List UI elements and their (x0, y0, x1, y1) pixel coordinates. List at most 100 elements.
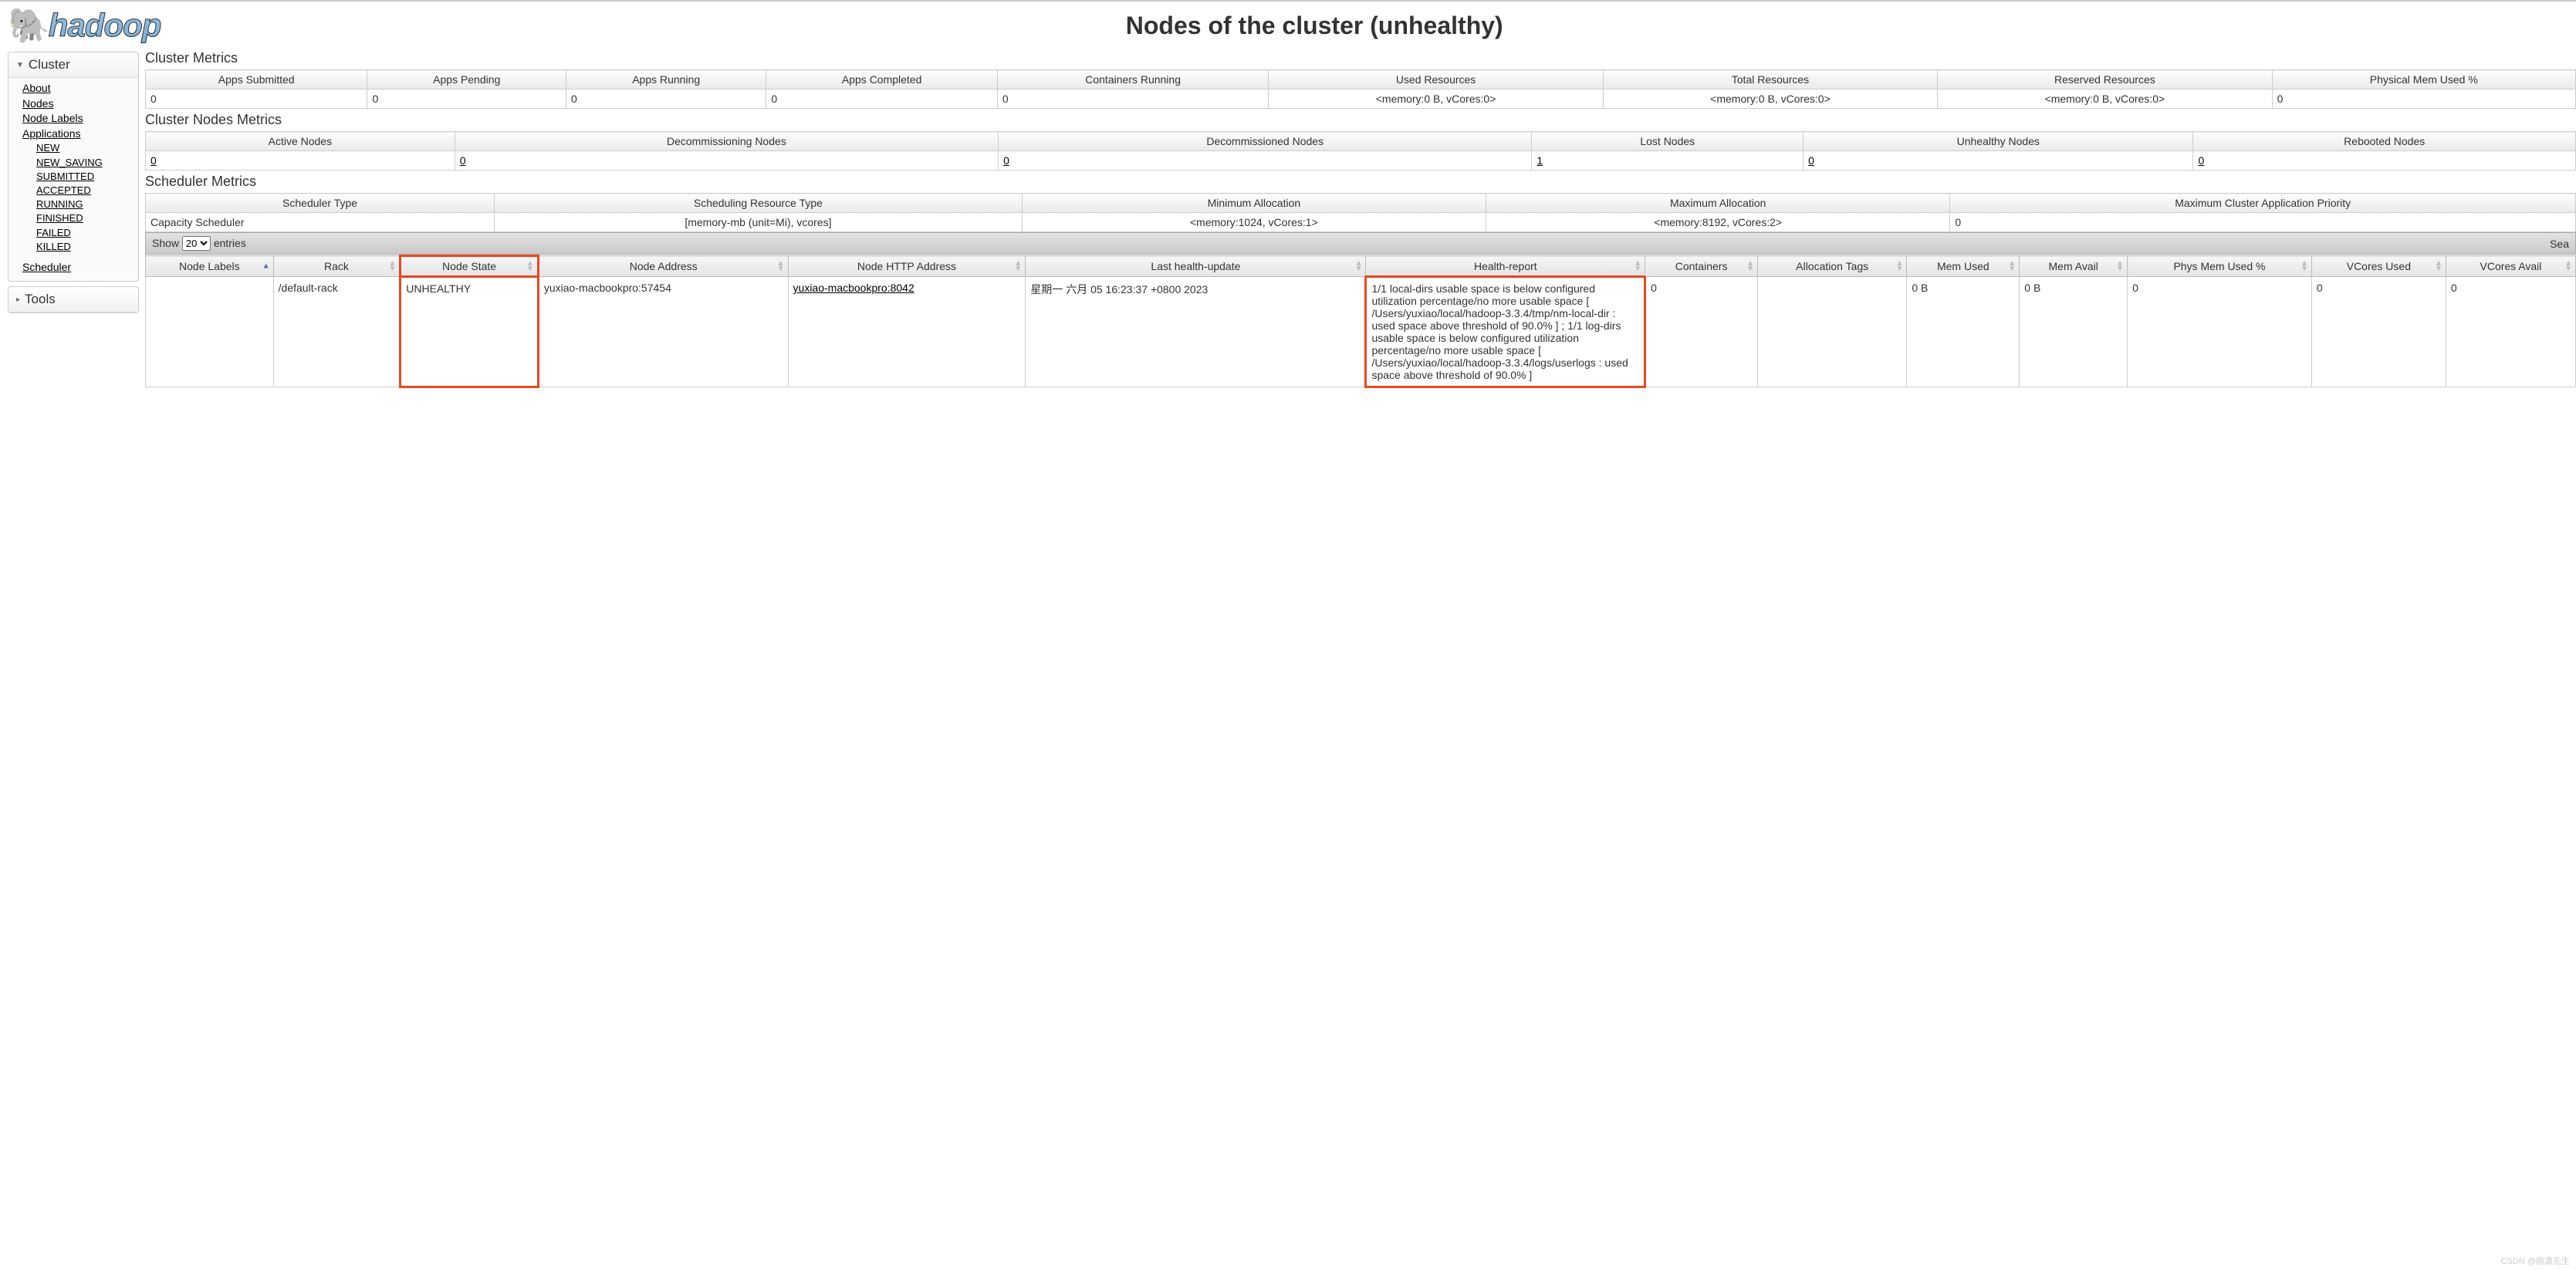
th-total-resources[interactable]: Total Resources (1603, 70, 1937, 90)
th-health-report[interactable]: Health-report▲▼ (1366, 256, 1645, 277)
scheduler-metrics-table: Scheduler Type Scheduling Resource Type … (145, 193, 2576, 232)
nav-nodes[interactable]: Nodes (22, 96, 129, 112)
app-state-links: NEW NEW_SAVING SUBMITTED ACCEPTED RUNNIN… (36, 141, 129, 254)
cell-alloc-tags (1758, 277, 1907, 387)
th-scheduler-type[interactable]: Scheduler Type (146, 194, 495, 213)
cell-last-update: 星期一 六月 05 16:23:37 +0800 2023 (1026, 277, 1366, 387)
th-rebooted-nodes[interactable]: Rebooted Nodes (2193, 132, 2576, 151)
cell: 0 (999, 151, 1532, 171)
sidebar-tools-header[interactable]: ▸ Tools (8, 287, 138, 312)
tools-label: Tools (25, 292, 56, 307)
nav-accepted[interactable]: ACCEPTED (36, 184, 129, 198)
th-rack[interactable]: Rack▲▼ (273, 256, 401, 277)
cell: 0 (766, 90, 997, 109)
nav-killed[interactable]: KILLED (36, 240, 129, 254)
link-decommissioning[interactable]: 0 (460, 154, 466, 167)
th-apps-completed[interactable]: Apps Completed (766, 70, 997, 90)
cell: <memory:0 B, vCores:0> (1269, 90, 1603, 109)
caret-right-icon: ▸ (16, 296, 20, 304)
entries-select[interactable]: 20 (182, 236, 211, 251)
cell-mem-used: 0 B (1907, 277, 2020, 387)
nav-applications[interactable]: Applications (22, 127, 129, 142)
nav-running[interactable]: RUNNING (36, 198, 129, 211)
table-row: Capacity Scheduler [memory-mb (unit=Mi),… (146, 213, 2576, 232)
sidebar-section-tools: ▸ Tools (8, 286, 139, 313)
th-last-health-update[interactable]: Last health-update▲▼ (1026, 256, 1366, 277)
nav-node-labels[interactable]: Node Labels (22, 111, 129, 127)
th-minimum-allocation[interactable]: Minimum Allocation (1022, 194, 1486, 213)
link-rebooted[interactable]: 0 (2198, 154, 2204, 167)
th-active-nodes[interactable]: Active Nodes (146, 132, 455, 151)
th-allocation-tags[interactable]: Allocation Tags▲▼ (1758, 256, 1907, 277)
th-node-labels[interactable]: Node Labels▲ (146, 256, 274, 277)
nav-about[interactable]: About (22, 81, 129, 96)
sort-asc-icon: ▲ (262, 264, 270, 269)
nav-failed[interactable]: FAILED (36, 226, 129, 240)
nav-new[interactable]: NEW (36, 141, 129, 155)
nav-scheduler[interactable]: Scheduler (22, 260, 129, 275)
th-decommissioning-nodes[interactable]: Decommissioning Nodes (455, 132, 998, 151)
cell: <memory:0 B, vCores:0> (1603, 90, 1937, 109)
link-decommissioned[interactable]: 0 (1003, 154, 1009, 167)
th-apps-pending[interactable]: Apps Pending (367, 70, 566, 90)
watermark: CSDN @雨潇先生 (2501, 1255, 2570, 1267)
nodes-table: Node Labels▲ Rack▲▼ Node State▲▼ Node Ad… (145, 255, 2576, 388)
th-mem-used[interactable]: Mem Used▲▼ (1907, 256, 2020, 277)
cell-containers: 0 (1645, 277, 1758, 387)
th-lost-nodes[interactable]: Lost Nodes (1532, 132, 1804, 151)
sort-icon: ▲▼ (2008, 261, 2016, 272)
nav-finished[interactable]: FINISHED (36, 211, 129, 225)
th-unhealthy-nodes[interactable]: Unhealthy Nodes (1804, 132, 2193, 151)
nav-submitted[interactable]: SUBMITTED (36, 170, 129, 184)
th-phys-mem-used[interactable]: Physical Mem Used % (2272, 70, 2575, 90)
cell: [memory-mb (unit=Mi), vcores] (495, 213, 1023, 232)
th-maximum-allocation[interactable]: Maximum Allocation (1486, 194, 1950, 213)
cell: 0 (2272, 90, 2575, 109)
logo[interactable]: 🐘 hadoop (8, 5, 161, 46)
th-mem-avail[interactable]: Mem Avail▲▼ (2020, 256, 2128, 277)
th-apps-submitted[interactable]: Apps Submitted (146, 70, 367, 90)
entries-label: entries (214, 237, 246, 249)
table-row: /default-rack UNHEALTHY yuxiao-macbookpr… (146, 277, 2576, 387)
th-used-resources[interactable]: Used Resources (1269, 70, 1603, 90)
th-reserved-resources[interactable]: Reserved Resources (1938, 70, 2272, 90)
cell-node-labels (146, 277, 274, 387)
table-header-row: Scheduler Type Scheduling Resource Type … (146, 194, 2576, 213)
cell-vcores-avail: 0 (2446, 277, 2575, 387)
th-vcores-used[interactable]: VCores Used▲▼ (2311, 256, 2446, 277)
cluster-nodes-metrics-table: Active Nodes Decommissioning Nodes Decom… (145, 131, 2576, 171)
cell: 0 (146, 90, 367, 109)
table-header-row: Node Labels▲ Rack▲▼ Node State▲▼ Node Ad… (146, 256, 2576, 277)
th-decommissioned-nodes[interactable]: Decommissioned Nodes (999, 132, 1532, 151)
nav-new-saving[interactable]: NEW_SAVING (36, 156, 129, 170)
sidebar: ▼ Cluster About Nodes Node Labels Applic… (8, 47, 139, 388)
th-containers[interactable]: Containers▲▼ (1645, 256, 1758, 277)
sort-icon: ▲▼ (2435, 261, 2442, 272)
th-apps-running[interactable]: Apps Running (566, 70, 766, 90)
page-title: Nodes of the cluster (unhealthy) (161, 12, 2468, 40)
link-lost[interactable]: 1 (1536, 154, 1543, 167)
link-active[interactable]: 0 (150, 154, 157, 167)
th-containers-running[interactable]: Containers Running (997, 70, 1268, 90)
cell: 0 (367, 90, 566, 109)
th-vcores-avail[interactable]: VCores Avail▲▼ (2446, 256, 2575, 277)
cluster-nodes-metrics-title: Cluster Nodes Metrics (145, 112, 2576, 128)
cell: 0 (455, 151, 998, 171)
table-row: 0 0 0 0 0 <memory:0 B, vCores:0> <memory… (146, 90, 2576, 109)
cell: 0 (146, 151, 455, 171)
th-node-address[interactable]: Node Address▲▼ (538, 256, 788, 277)
datatable-toolbar: Show 20 entries Sea (145, 232, 2576, 255)
cell: <memory:8192, vCores:2> (1486, 213, 1950, 232)
th-node-http-address[interactable]: Node HTTP Address▲▼ (788, 256, 1026, 277)
show-label: Show (152, 237, 179, 249)
link-unhealthy[interactable]: 0 (1808, 154, 1814, 167)
th-max-cluster-app-priority[interactable]: Maximum Cluster Application Priority (1950, 194, 2576, 213)
link-node-http[interactable]: yuxiao-macbookpro:8042 (793, 282, 914, 294)
scheduler-metrics-title: Scheduler Metrics (145, 174, 2576, 190)
th-node-state[interactable]: Node State▲▼ (401, 256, 539, 277)
cell: 0 (2193, 151, 2576, 171)
sidebar-cluster-header[interactable]: ▼ Cluster (8, 52, 138, 78)
sort-icon: ▲▼ (2564, 261, 2572, 272)
th-scheduling-resource-type[interactable]: Scheduling Resource Type (495, 194, 1023, 213)
th-phys-mem-used[interactable]: Phys Mem Used %▲▼ (2128, 256, 2312, 277)
